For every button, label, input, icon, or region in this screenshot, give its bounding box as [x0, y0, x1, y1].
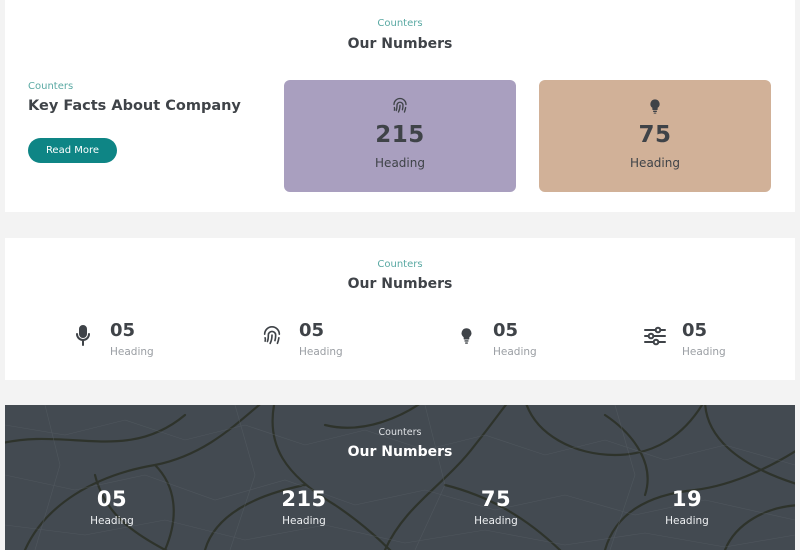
- lightbulb-icon: [455, 324, 477, 348]
- intro-eyebrow: Counters: [28, 81, 74, 92]
- counter-label: Heading: [375, 156, 425, 170]
- counter-value: 05: [96, 487, 128, 511]
- counter-label: Heading: [474, 515, 518, 527]
- counter-value: 75: [480, 487, 512, 511]
- dark-counter: 75 Heading: [426, 487, 566, 527]
- dark-counter: 19 Heading: [617, 487, 757, 527]
- sliders-icon: [644, 324, 666, 348]
- fingerprint-icon: [284, 97, 516, 115]
- fingerprint-icon: [261, 324, 283, 348]
- section-title: Our Numbers: [347, 276, 453, 292]
- counter-value: 05: [682, 320, 708, 341]
- counter-label: Heading: [630, 156, 680, 170]
- counters-section-dark: Counters Our Numbers 05 Heading 215 Head…: [5, 405, 795, 550]
- counter-label: Heading: [682, 346, 726, 358]
- counter-value: 05: [110, 320, 136, 341]
- counter-value: 75: [638, 122, 672, 148]
- icon-counter: 05 Heading: [261, 320, 401, 364]
- counters-section-icons: Counters Our Numbers 05 Heading 05 Headi…: [5, 238, 795, 380]
- counter-value: 19: [671, 487, 703, 511]
- counter-card-lightbulb: 75 Heading: [539, 80, 771, 192]
- icon-counter: 05 Heading: [644, 320, 784, 364]
- section-title: Our Numbers: [347, 444, 453, 460]
- microphone-icon: [72, 324, 94, 348]
- icon-counter: 05 Heading: [455, 320, 595, 364]
- section-title: Our Numbers: [347, 36, 453, 52]
- dark-counter: 215 Heading: [234, 487, 374, 527]
- counter-value: 05: [299, 320, 325, 341]
- counter-label: Heading: [110, 346, 154, 358]
- dark-counter: 05 Heading: [42, 487, 182, 527]
- counter-card-fingerprint: 215 Heading: [284, 80, 516, 192]
- icon-counter: 05 Heading: [72, 320, 212, 364]
- counter-value: 215: [281, 487, 327, 511]
- counter-value: 215: [375, 122, 425, 148]
- section-eyebrow: Counters: [378, 427, 422, 438]
- counter-label: Heading: [665, 515, 709, 527]
- counter-label: Heading: [282, 515, 326, 527]
- intro-title: Key Facts About Company: [28, 98, 241, 114]
- counter-label: Heading: [299, 346, 343, 358]
- read-more-button[interactable]: Read More: [28, 138, 117, 163]
- counter-value: 05: [493, 320, 519, 341]
- counter-label: Heading: [493, 346, 537, 358]
- lightbulb-icon: [539, 97, 771, 115]
- section-eyebrow: Counters: [377, 18, 423, 29]
- section-eyebrow: Counters: [377, 259, 423, 270]
- counter-label: Heading: [90, 515, 134, 527]
- counters-section-cards: Counters Our Numbers Counters Key Facts …: [5, 0, 795, 212]
